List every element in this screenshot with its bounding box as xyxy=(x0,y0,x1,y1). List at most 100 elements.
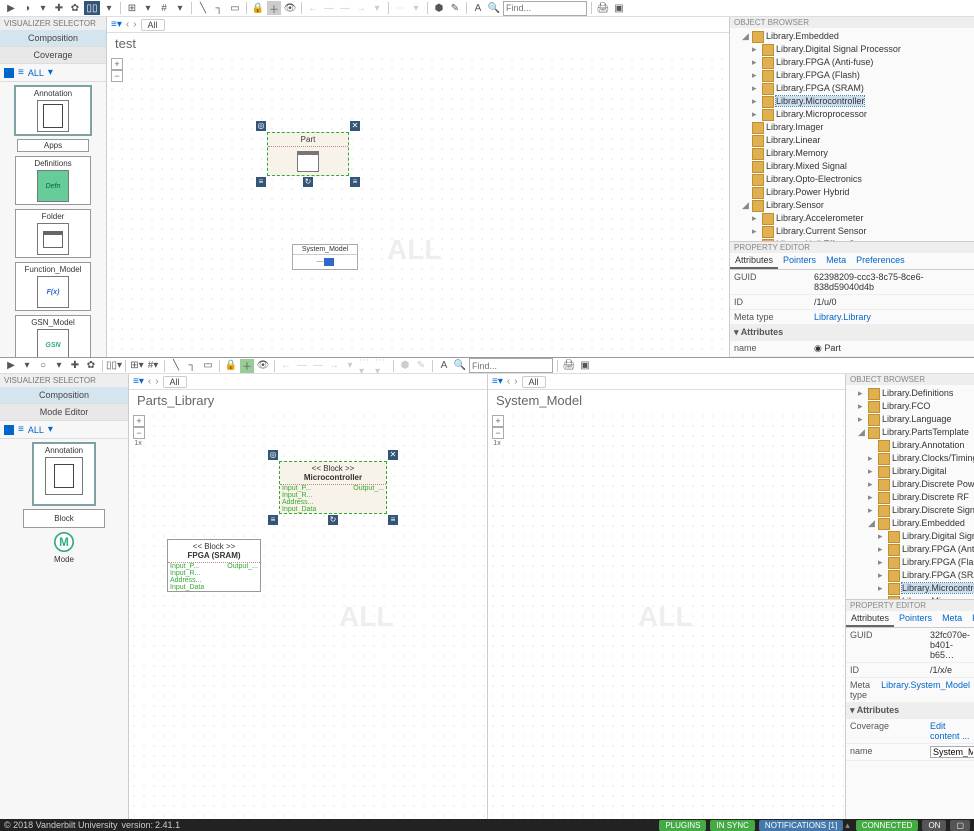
dash-icon[interactable]: — xyxy=(322,1,336,15)
chevron-down-icon[interactable]: ▾ xyxy=(141,1,155,15)
tree-node[interactable]: ▸Library.FPGA (Flash) xyxy=(878,556,972,569)
badge-on[interactable]: ON xyxy=(922,820,946,831)
gear-icon[interactable]: ✿ xyxy=(68,1,82,15)
tab-mode-editor[interactable]: Mode Editor xyxy=(0,404,128,421)
chevron-down-icon[interactable]: ▾ xyxy=(48,424,53,435)
part-gsn-model[interactable]: GSN_ModelGSN xyxy=(15,315,91,357)
handle-tl[interactable]: ◎ xyxy=(256,121,266,131)
tab-meta[interactable]: Meta xyxy=(937,611,967,627)
grid-view-icon[interactable] xyxy=(4,425,14,435)
part-function-model[interactable]: Function_ModelF(x) xyxy=(15,262,91,311)
box-icon[interactable]: ▭ xyxy=(228,1,242,15)
nav-back[interactable]: ‹ xyxy=(126,19,129,30)
tree-node-selected[interactable]: ▸Library.Microcontroller xyxy=(878,582,972,595)
canvas-area[interactable]: +−1x ALL << Block >>Microcontroller Inpu… xyxy=(129,411,487,818)
tree-node[interactable]: Library.Opto-Electronics xyxy=(742,173,972,186)
node-part[interactable]: Part ◎ ✕ ≡ ≡ ↻ xyxy=(267,132,349,176)
nav-forward[interactable]: › xyxy=(133,19,136,30)
part-annotation[interactable]: Annotation xyxy=(15,86,91,135)
list-view-icon[interactable]: ≡ xyxy=(18,424,24,435)
filter-all[interactable]: ALL xyxy=(28,68,44,78)
arrow-right-icon[interactable]: → xyxy=(327,359,341,373)
eye-icon[interactable]: 👁 xyxy=(283,1,297,15)
more-icon[interactable]: ⋯▾ xyxy=(359,359,373,373)
breadcrumb[interactable]: All xyxy=(163,376,187,388)
tab-meta[interactable]: Meta xyxy=(821,253,851,269)
part-folder[interactable]: Folder xyxy=(15,209,91,258)
plus-icon[interactable]: ✚ xyxy=(52,1,66,15)
chevron-up-icon[interactable]: ▴ xyxy=(845,820,850,831)
chevron-down-icon[interactable]: ▾ xyxy=(173,1,187,15)
nav-forward[interactable]: › xyxy=(155,376,158,387)
tree-node[interactable]: ▸Library.Discrete RF xyxy=(868,491,972,504)
tree-node[interactable]: Library.Mixed Signal xyxy=(742,160,972,173)
tree-node[interactable]: ▸Library.Discrete Power xyxy=(868,478,972,491)
tab-attributes[interactable]: Attributes xyxy=(846,611,894,627)
chevron-down-icon[interactable]: ▾ xyxy=(370,1,384,15)
add-icon[interactable]: ＋ xyxy=(240,359,254,373)
prop-metatype[interactable]: Library.Library xyxy=(814,312,970,322)
tree-node[interactable]: ◢Library.Sensor ▸Library.Accelerometer ▸… xyxy=(742,199,972,241)
part-definitions[interactable]: DefinitionsDefn xyxy=(15,156,91,205)
pencil-icon[interactable]: ✎ xyxy=(414,359,428,373)
tree-node[interactable]: ▸Library.Microprocessor xyxy=(752,108,972,121)
handle-rotate[interactable]: ↻ xyxy=(303,177,313,187)
part-apps[interactable]: Apps xyxy=(17,139,89,152)
tree-node[interactable]: ▸Library.FPGA (Anti-fuse) xyxy=(752,56,972,69)
zoom-out[interactable]: − xyxy=(111,70,123,82)
lock-icon[interactable]: 🔒 xyxy=(224,359,238,373)
nav-back[interactable]: ‹ xyxy=(148,376,151,387)
zoom-out[interactable]: − xyxy=(492,427,504,439)
grid-view-icon[interactable] xyxy=(4,68,14,78)
search-icon[interactable]: 🔍 xyxy=(453,359,467,373)
gear-icon[interactable]: ✿ xyxy=(84,359,98,373)
print-icon[interactable]: 🖨 xyxy=(596,1,610,15)
poly-icon[interactable]: ┐ xyxy=(212,1,226,15)
tree-node[interactable]: ◢Library.Embedded ▸Library.Digital Signa… xyxy=(868,517,972,599)
handle-tl[interactable]: ◎ xyxy=(268,450,278,460)
chevron-down-icon[interactable]: ▾ xyxy=(102,1,116,15)
zoom-in[interactable]: + xyxy=(492,415,504,427)
tab-preferences[interactable]: Preferences xyxy=(851,253,910,269)
tree-node[interactable]: ▸Library.Clocks/Timing xyxy=(868,452,972,465)
tree-node[interactable]: ▸Library.Digital Signal Processor xyxy=(752,43,972,56)
tab-pointers[interactable]: Pointers xyxy=(778,253,821,269)
handle-bl[interactable]: ≡ xyxy=(256,177,266,187)
handle-close[interactable]: ✕ xyxy=(388,450,398,460)
chevron-down-icon[interactable]: ▾ xyxy=(20,359,34,373)
arrow-right-icon[interactable]: → xyxy=(354,1,368,15)
tab-attributes[interactable]: Attributes xyxy=(730,253,778,269)
hash-icon[interactable]: # xyxy=(157,1,171,15)
tree-node[interactable]: ▸Library.Current Sensor xyxy=(752,225,972,238)
tree-node[interactable]: ▸Library.Digital xyxy=(868,465,972,478)
plus-icon[interactable]: ✚ xyxy=(68,359,82,373)
handle-rotate[interactable]: ↻ xyxy=(328,515,338,525)
node-fpga[interactable]: << Block >>FPGA (SRAM) Input_P...Output_… xyxy=(167,539,261,592)
text-icon[interactable]: A xyxy=(437,359,451,373)
breadcrumb[interactable]: All xyxy=(141,19,165,31)
image-icon[interactable]: ▣ xyxy=(612,1,626,15)
badge-toggle[interactable]: ▢ xyxy=(950,820,970,831)
box-icon[interactable]: ▭ xyxy=(201,359,215,373)
tree-node[interactable]: ▸Library.Definitions xyxy=(858,387,972,400)
circle-icon[interactable]: ◑ xyxy=(20,1,34,15)
tree-node-selected[interactable]: ▸Library.Microcontroller xyxy=(752,95,972,108)
arrow-left-icon[interactable]: ← xyxy=(279,359,293,373)
fill-icon[interactable]: ⬢ xyxy=(432,1,446,15)
play-icon[interactable]: ▶ xyxy=(4,359,18,373)
prop-name-input[interactable] xyxy=(930,746,974,758)
chevron-down-icon[interactable]: ▾ xyxy=(409,1,423,15)
lock-icon[interactable]: 🔒 xyxy=(251,1,265,15)
list-icon[interactable]: ≡▾ xyxy=(133,376,144,387)
zoom-in[interactable]: + xyxy=(133,415,145,427)
chevron-down-icon[interactable]: ▾ xyxy=(343,359,357,373)
tree-node[interactable]: ▸Library.FPGA (Flash) xyxy=(752,69,972,82)
tree-node[interactable]: ▸Library.Discrete Signal xyxy=(868,504,972,517)
list-view-icon[interactable]: ≡ xyxy=(18,67,24,78)
tree-node[interactable]: ▸Library.Language xyxy=(858,413,972,426)
eye-icon[interactable]: 👁 xyxy=(256,359,270,373)
zoom-out[interactable]: − xyxy=(133,427,145,439)
badge-notifications[interactable]: NOTIFICATIONS [1] xyxy=(759,820,843,831)
handle-bl[interactable]: ≡ xyxy=(268,515,278,525)
tree-node[interactable]: ▸Library.Accelerometer xyxy=(752,212,972,225)
